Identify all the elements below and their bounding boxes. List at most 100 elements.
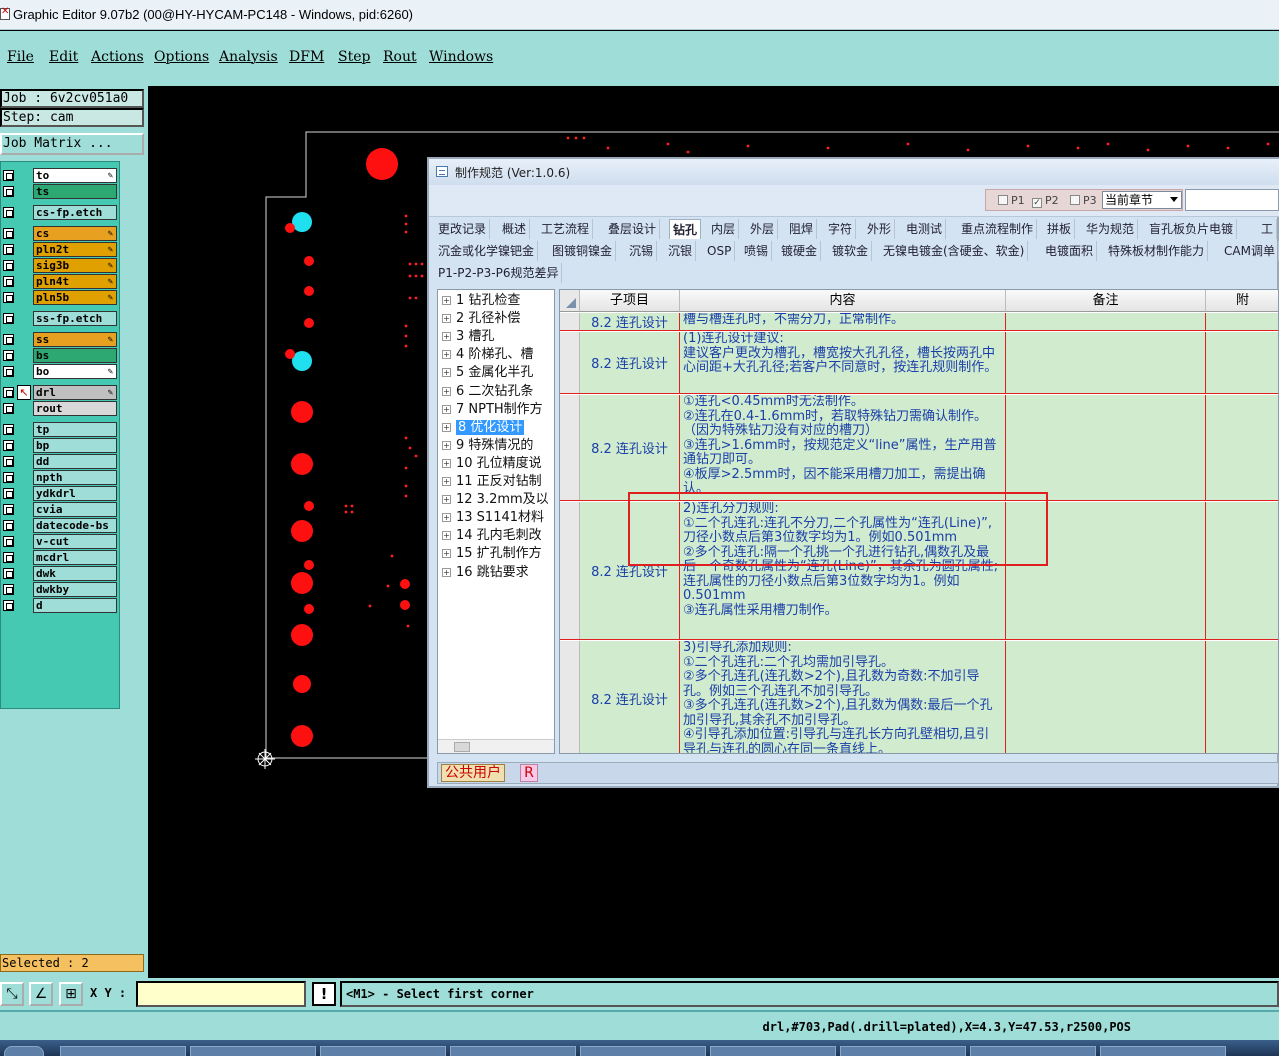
col-header-item[interactable]: 子项目 [580, 290, 680, 312]
cell-note[interactable] [1006, 313, 1206, 330]
expand-plus-icon[interactable]: + [442, 368, 451, 378]
layer-checkbox[interactable] [3, 584, 14, 595]
menu-analysis[interactable]: Analysis [219, 49, 278, 65]
expand-plus-icon[interactable]: + [442, 549, 451, 559]
layer-row[interactable]: dd [1, 454, 119, 469]
layer-checkbox[interactable] [3, 552, 14, 563]
tree-node[interactable]: +6 二次钻孔条 [442, 383, 533, 401]
taskbar-item[interactable] [710, 1046, 836, 1056]
cell-content[interactable]: (1)连孔设计建议: 建议客户更改为槽孔，槽宽按大孔孔径，槽长按两孔中心间距+大… [680, 332, 1006, 393]
layer-name[interactable]: ydkdrl [33, 486, 117, 501]
layer-row[interactable]: to ✎ [1, 168, 119, 183]
layer-name[interactable]: ss-fp.etch [33, 311, 117, 326]
layer-checkbox[interactable] [3, 403, 14, 414]
table-row[interactable]: 8.2 连孔设计 ①连孔<0.45mm时无法制作。 ②连孔在0.4-1.6mm时，… [560, 395, 1278, 501]
tree-node[interactable]: +9 特殊情况的 [442, 437, 533, 455]
layer-checkbox[interactable] [3, 600, 14, 611]
tab-item[interactable]: 沉锡 [626, 241, 658, 261]
tab-item[interactable]: 特殊板材制作能力 [1105, 241, 1209, 261]
tree-node[interactable]: +12 3.2mm及以 [442, 491, 549, 509]
layer-checkbox[interactable] [3, 207, 14, 218]
tree-node[interactable]: +13 S1141材料 [442, 509, 544, 527]
layer-checkbox[interactable] [3, 244, 14, 255]
layer-checkbox[interactable] [3, 440, 14, 451]
layer-row[interactable]: npth [1, 470, 119, 485]
row-header[interactable] [560, 641, 580, 753]
layer-row[interactable]: rout [1, 401, 119, 416]
col-header-attach[interactable]: 附 [1206, 290, 1278, 312]
tab-item[interactable]: 图镀铜镍金 [549, 241, 617, 261]
layer-row[interactable]: cs-fp.etch [1, 205, 119, 220]
tree-scrollbar[interactable] [438, 739, 554, 753]
layer-row[interactable]: cs ✎ [1, 226, 119, 241]
expand-plus-icon[interactable]: + [442, 477, 451, 486]
layer-checkbox[interactable] [3, 424, 14, 435]
checkbox-p2[interactable]: ✓ [1032, 198, 1042, 208]
tab-item[interactable]: 外层 [747, 219, 779, 239]
taskbar-item[interactable] [580, 1046, 706, 1056]
layer-row[interactable]: cvia [1, 502, 119, 517]
taskbar-item[interactable] [320, 1046, 446, 1056]
layer-checkbox[interactable] [3, 170, 14, 181]
layer-name[interactable]: pln5b ✎ [33, 290, 117, 305]
layer-name[interactable]: sig3b ✎ [33, 258, 117, 273]
layer-row[interactable]: bp [1, 438, 119, 453]
layer-name[interactable]: pln4t ✎ [33, 274, 117, 289]
tree-node[interactable]: +15 扩孔制作方 [442, 545, 542, 563]
layer-name[interactable]: cvia [33, 502, 117, 517]
layer-checkbox[interactable] [3, 387, 14, 398]
tab-item[interactable]: 内层 [708, 219, 740, 239]
layer-row[interactable]: ss-fp.etch [1, 311, 119, 326]
taskbar-item[interactable] [970, 1046, 1096, 1056]
tab-item[interactable]: 叠层设计 [605, 219, 661, 239]
cell-item[interactable]: 8.2 连孔设计 [580, 641, 680, 753]
expand-plus-icon[interactable]: + [442, 495, 451, 505]
tree-node[interactable]: +11 正反对钻制 [442, 473, 542, 491]
layer-row[interactable]: d [1, 598, 119, 613]
layer-checkbox[interactable] [3, 292, 14, 303]
layer-row[interactable]: v-cut [1, 534, 119, 549]
expand-plus-icon[interactable]: + [442, 440, 451, 450]
row-header[interactable] [560, 502, 580, 639]
expand-plus-icon[interactable]: + [442, 567, 451, 577]
tab-item[interactable]: 重点流程制作 [958, 219, 1038, 239]
table-corner[interactable] [560, 290, 580, 312]
checkbox-p1[interactable] [998, 195, 1008, 205]
tree-node[interactable]: +2 孔径补偿 [442, 310, 520, 328]
menu-edit[interactable]: Edit [49, 49, 78, 65]
row-header[interactable] [560, 313, 580, 330]
row-header[interactable] [560, 332, 580, 393]
tree-node[interactable]: +4 阶梯孔、槽 [442, 346, 533, 364]
tab-item[interactable]: 沉金或化学镍钯金 [435, 241, 539, 261]
menu-options[interactable]: Options [154, 49, 209, 65]
tab-item[interactable]: 外形 [864, 219, 896, 239]
layer-checkbox[interactable] [3, 276, 14, 287]
menu-rout[interactable]: Rout [383, 49, 417, 65]
layer-row[interactable]: pln2t ✎ [1, 242, 119, 257]
cell-note[interactable] [1006, 641, 1206, 753]
layer-name[interactable]: pln2t ✎ [33, 242, 117, 257]
taskbar-item[interactable] [840, 1046, 966, 1056]
checkbox-p3[interactable] [1070, 195, 1080, 205]
check-p1[interactable]: P1 [998, 194, 1025, 207]
layer-name[interactable]: cs ✎ [33, 226, 117, 241]
expand-plus-icon[interactable]: + [442, 404, 451, 414]
layer-row[interactable]: mcdrl [1, 550, 119, 565]
zoom-area-icon[interactable]: ⤡ [0, 982, 24, 1006]
tab-item[interactable]: P1-P2-P3-P6规范差异 [435, 263, 563, 283]
layer-checkbox[interactable] [3, 186, 14, 197]
tree-node[interactable]: +14 孔内毛刺改 [442, 527, 542, 545]
cell-content[interactable]: 槽与槽连孔时，不需分刀，正常制作。 [680, 313, 1006, 330]
table-row[interactable]: 8.2 连孔设计 (1)连孔设计建议: 建议客户更改为槽孔，槽宽按大孔孔径，槽长… [560, 332, 1278, 394]
expand-plus-icon[interactable]: + [442, 314, 451, 324]
chapter-select[interactable]: 当前章节 [1102, 191, 1182, 209]
tab-item[interactable]: 概述 [499, 219, 531, 239]
col-header-note[interactable]: 备注 [1006, 290, 1206, 312]
cell-note[interactable] [1006, 332, 1206, 393]
layer-row[interactable]: datecode-bs [1, 518, 119, 533]
tab-item[interactable]: 电测试 [903, 219, 947, 239]
table-row[interactable]: 8.2 连孔设计 3)引导孔添加规则: ①二个孔连孔:二个孔均需加引导孔。 ②多个… [560, 641, 1278, 753]
layer-checkbox[interactable] [3, 568, 14, 579]
menu-actions[interactable]: Actions [91, 49, 144, 65]
start-button[interactable] [4, 1046, 44, 1056]
